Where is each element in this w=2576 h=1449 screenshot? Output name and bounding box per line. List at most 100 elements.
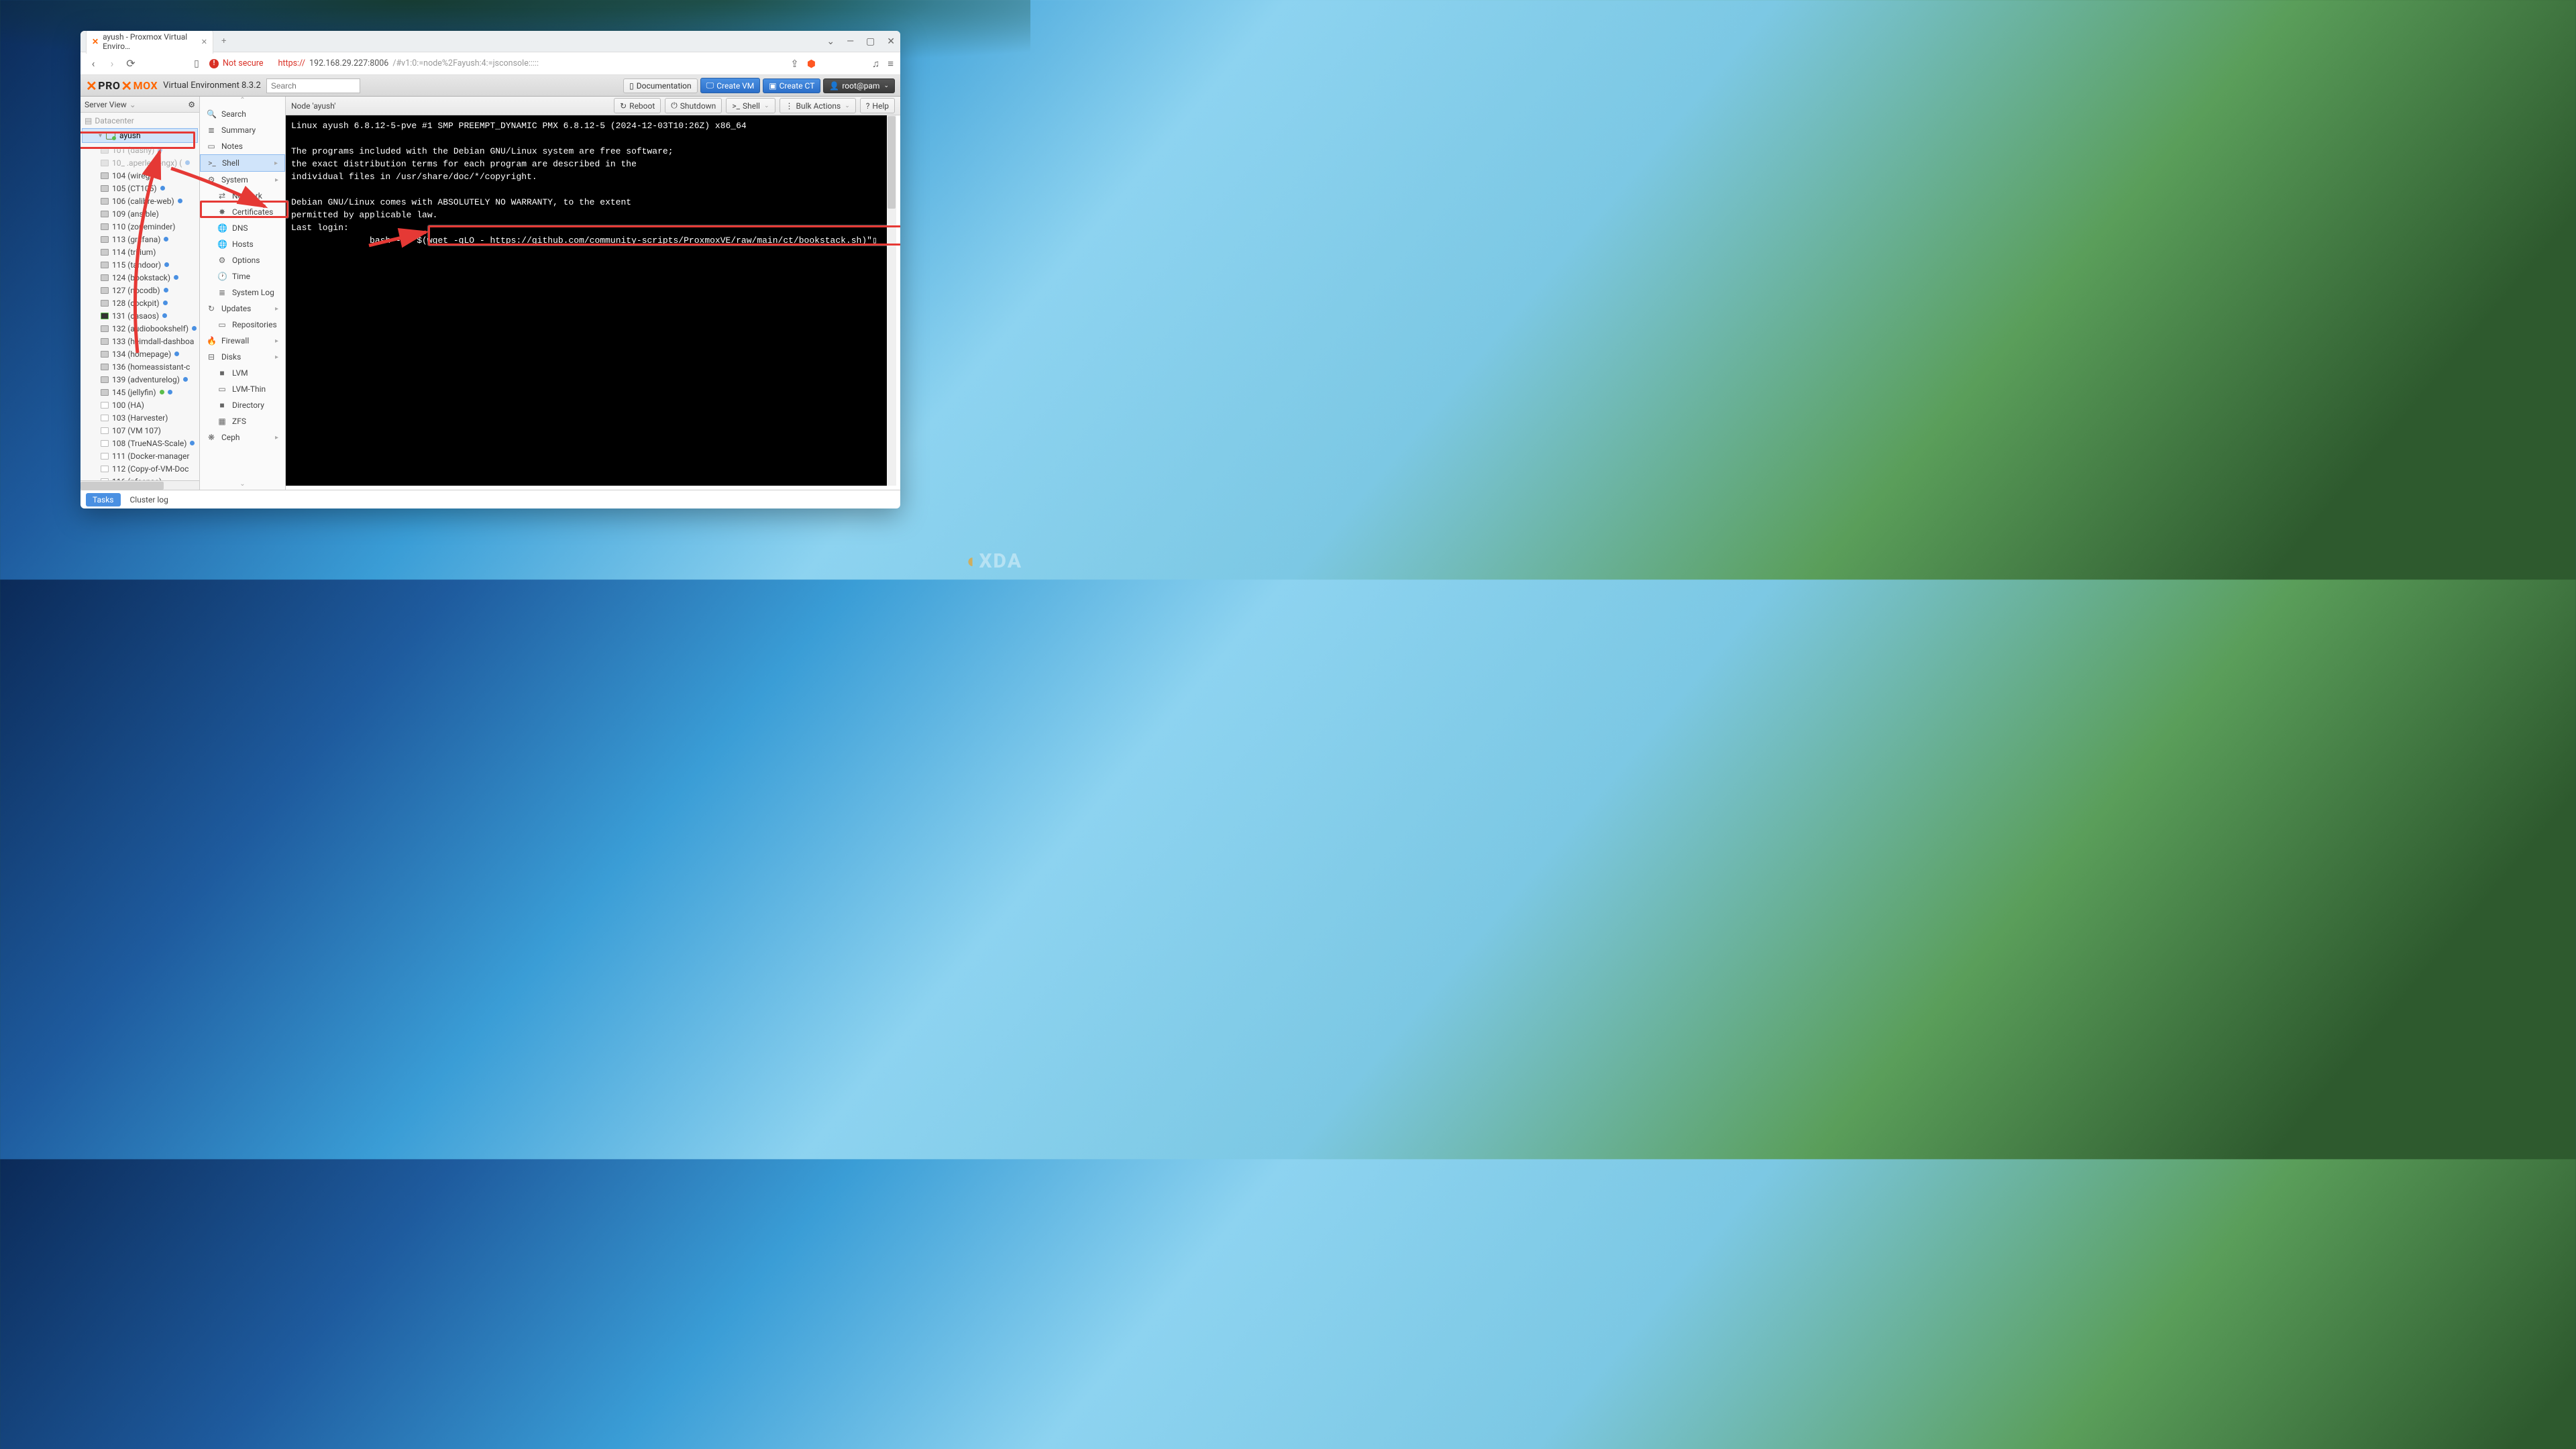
nav-item-firewall[interactable]: 🔥Firewall▸ — [200, 333, 285, 349]
collapse-down-icon[interactable]: ⌄ — [200, 480, 285, 490]
node-row-ayush[interactable]: ▾ ayush — [82, 128, 198, 143]
nav-item-system-log[interactable]: ≣System Log — [200, 284, 285, 301]
media-icon[interactable]: ♫ — [872, 58, 879, 70]
share-icon[interactable]: ⇪ — [790, 58, 799, 70]
menu-icon[interactable]: ≡ — [888, 58, 894, 70]
content-toolbar: Node 'ayush' ↻Reboot ⏻Shutdown >_Shell⌄ … — [286, 97, 900, 115]
nav-item-options[interactable]: ⚙Options — [200, 252, 285, 268]
tree-item[interactable]: 133 (heimdall-dashboa — [101, 335, 199, 347]
reboot-button[interactable]: ↻Reboot — [614, 98, 661, 113]
brave-shield-icon[interactable]: ⬢ — [807, 58, 816, 70]
tree-item[interactable]: 116 (pfsense) — [101, 475, 199, 480]
browser-toolbar: ‹ › ⟳ ▯ ! Not secure https://192.168.29.… — [80, 52, 900, 75]
maximize-icon[interactable]: ▢ — [866, 36, 875, 47]
tree-item[interactable]: 110 (zoneminder) — [101, 220, 199, 233]
nav-item-updates[interactable]: ↻Updates▸ — [200, 301, 285, 317]
shell-button[interactable]: >_Shell⌄ — [726, 98, 775, 113]
bookmark-icon[interactable]: ▯ — [191, 58, 203, 69]
datacenter-row[interactable]: ▤ Datacenter — [80, 114, 199, 127]
nav-item-shell[interactable]: >_Shell▸ — [200, 154, 285, 172]
tree-item[interactable]: 127 (nocodb) — [101, 284, 199, 297]
shutdown-button[interactable]: ⏻Shutdown — [665, 98, 722, 113]
minimize-icon[interactable]: — — [847, 36, 854, 47]
nav-item-disks[interactable]: ⊟Disks▸ — [200, 349, 285, 365]
close-icon[interactable]: ✕ — [887, 36, 895, 47]
tree-item[interactable]: 109 (ansible) — [101, 207, 199, 220]
nav-item-summary[interactable]: ≣Summary — [200, 122, 285, 138]
back-icon[interactable]: ‹ — [87, 57, 99, 70]
nav-item-zfs[interactable]: ▦ZFS — [200, 413, 285, 429]
node-icon — [106, 132, 115, 140]
nav-item-repositories[interactable]: ▭Repositories — [200, 317, 285, 333]
tree-item[interactable]: 134 (homepage) — [101, 347, 199, 360]
nav-item-certificates[interactable]: ✸Certificates — [200, 204, 285, 220]
documentation-button[interactable]: ▯Documentation — [623, 78, 698, 93]
tree-item[interactable]: 105 (CT105) — [101, 182, 199, 195]
shell-console[interactable]: Linux ayush 6.8.12-5-pve #1 SMP PREEMPT_… — [286, 115, 887, 486]
address-bar[interactable]: ! Not secure https://192.168.29.227:8006… — [209, 58, 784, 68]
tree-item[interactable]: 107 (VM 107) — [101, 424, 199, 437]
resource-tree[interactable]: ▤ Datacenter ▾ ayush 101 (dashy)10_ .ape… — [80, 113, 199, 480]
nav-item-notes[interactable]: ▭Notes — [200, 138, 285, 154]
tree-item[interactable]: 128 (cockpit) — [101, 297, 199, 309]
nav-item-time[interactable]: 🕐Time — [200, 268, 285, 284]
container-icon — [101, 364, 109, 370]
browser-tab[interactable]: ✕ ayush - Proxmox Virtual Enviro… ✕ — [86, 31, 213, 54]
reload-icon[interactable]: ⟳ — [125, 57, 137, 70]
tree-item[interactable]: 139 (adventurelog) — [101, 373, 199, 386]
nav-item-lvm[interactable]: ■LVM — [200, 365, 285, 381]
tree-item[interactable]: 115 (tandoor) — [101, 258, 199, 271]
cluster-log-tab[interactable]: Cluster log — [130, 495, 168, 504]
nav-item-ceph[interactable]: ❋Ceph▸ — [200, 429, 285, 445]
nav-label: Hosts — [232, 239, 254, 249]
server-view-dropdown[interactable]: Server View⌄ — [85, 100, 136, 109]
tree-item[interactable]: 112 (Copy-of-VM-Doc — [101, 462, 199, 475]
console-scrollbar[interactable] — [887, 115, 896, 486]
tree-item[interactable]: 145 (jellyfin) — [101, 386, 199, 398]
tree-horizontal-scrollbar[interactable] — [80, 480, 199, 490]
nav-item-dns[interactable]: 🌐DNS — [200, 220, 285, 236]
new-tab-button[interactable]: + — [217, 35, 230, 48]
tree-item[interactable]: 113 (grafana) — [101, 233, 199, 246]
version-label: Virtual Environment 8.3.2 — [163, 80, 261, 91]
tree-item[interactable]: 108 (TrueNAS-Scale) — [101, 437, 199, 449]
tree-item[interactable]: 131 (casaos) — [101, 309, 199, 322]
tree-item-label: 134 (homepage) — [112, 350, 171, 359]
nav-item-network[interactable]: ⇄Network — [200, 188, 285, 204]
nav-label: LVM-Thin — [232, 384, 266, 394]
nav-item-directory[interactable]: ■Directory — [200, 397, 285, 413]
user-menu-button[interactable]: 👤root@pam⌄ — [823, 78, 895, 93]
tree-item-label: 112 (Copy-of-VM-Doc — [112, 464, 189, 474]
nav-item-search[interactable]: 🔍Search — [200, 106, 285, 122]
collapse-up-icon[interactable]: ⌃ — [200, 97, 285, 106]
gear-icon[interactable]: ⚙ — [188, 100, 195, 109]
search-input[interactable] — [266, 78, 360, 93]
status-dot — [178, 199, 182, 203]
tree-item[interactable]: 124 (bookstack) — [101, 271, 199, 284]
tree-item[interactable]: 114 (trilium) — [101, 246, 199, 258]
tree-item[interactable]: 100 (HA) — [101, 398, 199, 411]
tasks-tab[interactable]: Tasks — [86, 493, 121, 506]
create-vm-button[interactable]: 🖵Create VM — [700, 78, 761, 93]
tree-item[interactable]: 103 (Harvester) — [101, 411, 199, 424]
not-secure-label: Not secure — [223, 58, 264, 68]
nav-item-lvm-thin[interactable]: ▭LVM-Thin — [200, 381, 285, 397]
nav-icon: ❋ — [207, 433, 216, 442]
tree-item[interactable]: 136 (homeassistant-c — [101, 360, 199, 373]
tree-item[interactable]: 132 (audiobookshelf) — [101, 322, 199, 335]
tree-item[interactable]: 10_ .aperless-ngx) ( — [101, 156, 199, 169]
nav-item-system[interactable]: ⚙System▸ — [200, 172, 285, 188]
tree-item[interactable]: 111 (Docker-manager — [101, 449, 199, 462]
nav-label: System — [221, 175, 248, 184]
create-ct-button[interactable]: ▣Create CT — [763, 78, 820, 93]
nav-item-hosts[interactable]: 🌐Hosts — [200, 236, 285, 252]
nav-label: Certificates — [232, 207, 273, 217]
chevron-down-icon[interactable]: ⌄ — [826, 36, 835, 47]
tree-item[interactable]: 101 (dashy) — [101, 144, 199, 156]
container-icon — [101, 453, 109, 460]
tree-item[interactable]: 106 (calibre-web) — [101, 195, 199, 207]
bulk-actions-button[interactable]: ⋮Bulk Actions⌄ — [780, 98, 856, 113]
help-button[interactable]: ?Help — [860, 98, 895, 113]
close-tab-icon[interactable]: ✕ — [201, 38, 207, 46]
tree-item[interactable]: 104 (wireg — [101, 169, 199, 182]
